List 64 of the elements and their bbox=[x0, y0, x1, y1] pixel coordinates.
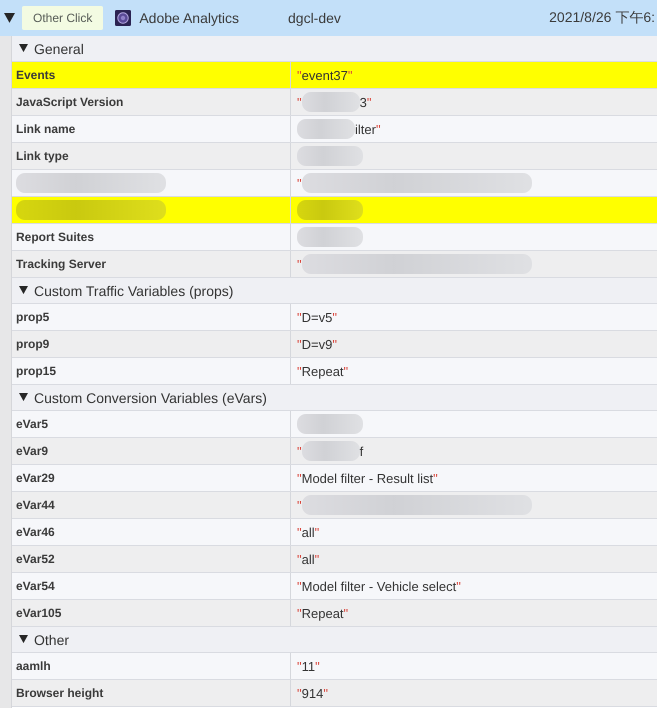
blurred-patch bbox=[297, 227, 363, 247]
field-value: "all" bbox=[297, 552, 320, 566]
blurred-patch bbox=[302, 92, 360, 112]
field-value: "D=v9" bbox=[297, 336, 337, 352]
field-name: prop9 bbox=[16, 337, 50, 351]
field-name: prop5 bbox=[16, 310, 50, 324]
caret-icon[interactable] bbox=[19, 393, 28, 402]
field-name: JavaScript Version bbox=[16, 95, 124, 109]
entry-header[interactable]: Other Click Adobe Analytics dgcl-dev 2021/8/26 下午6: bbox=[0, 0, 657, 36]
field-value: "914" bbox=[297, 686, 328, 700]
field-name: eVar54 bbox=[16, 579, 55, 593]
field-name: eVar9 bbox=[16, 444, 48, 458]
blurred-patch bbox=[297, 119, 355, 139]
field-name: Events bbox=[16, 68, 56, 82]
blurred-patch bbox=[297, 414, 363, 434]
caret-icon[interactable] bbox=[19, 44, 28, 53]
section-title: Custom Traffic Variables (props) bbox=[34, 282, 234, 298]
event-type-tag: Other Click bbox=[22, 6, 104, 30]
app-icon bbox=[115, 10, 132, 26]
field-value: " bbox=[297, 176, 302, 190]
field-name: Browser height bbox=[16, 686, 104, 700]
section-title: General bbox=[34, 40, 84, 56]
caret-icon[interactable] bbox=[4, 13, 15, 23]
field-value: "Model filter - Result list" bbox=[297, 470, 438, 486]
field-name: Link type bbox=[16, 149, 69, 163]
field-value: "event37" bbox=[297, 68, 353, 82]
field-name: eVar52 bbox=[16, 552, 55, 566]
field-name: eVar46 bbox=[16, 525, 55, 539]
field-name: eVar5 bbox=[16, 417, 48, 431]
field-value: f bbox=[360, 444, 364, 458]
account-name: dgcl-dev bbox=[288, 10, 341, 26]
caret-icon[interactable] bbox=[19, 286, 28, 295]
field-name: eVar44 bbox=[16, 498, 55, 512]
field-value: "Repeat" bbox=[297, 364, 348, 378]
section-title: Other bbox=[34, 632, 70, 648]
section-header[interactable]: Custom Traffic Variables (props) bbox=[12, 278, 657, 304]
field-name: Tracking Server bbox=[16, 257, 106, 271]
field-name: eVar29 bbox=[16, 471, 55, 485]
field-value: "all" bbox=[297, 524, 320, 540]
field-name: prop15 bbox=[16, 364, 56, 378]
field-value: "Repeat" bbox=[297, 606, 348, 620]
field-value: " bbox=[297, 498, 302, 512]
field-name: Report Suites bbox=[16, 230, 94, 244]
field-value: "Model filter - Vehicle select" bbox=[297, 578, 461, 594]
field-name: aamlh bbox=[16, 659, 51, 673]
timestamp: 2021/8/26 下午6: bbox=[549, 9, 655, 27]
field-value: " bbox=[297, 94, 302, 110]
section-header[interactable]: Other bbox=[12, 627, 657, 653]
field-name: eVar105 bbox=[16, 606, 62, 620]
field-value: " bbox=[297, 256, 302, 272]
field-value: 3" bbox=[360, 94, 372, 110]
section-header[interactable]: General bbox=[12, 36, 657, 62]
field-value: " bbox=[297, 444, 302, 458]
section-title: Custom Conversion Variables (eVars) bbox=[34, 390, 267, 406]
section-header[interactable]: Custom Conversion Variables (eVars) bbox=[12, 385, 657, 411]
blurred-patch bbox=[297, 200, 363, 220]
tool-name: Adobe Analytics bbox=[139, 10, 239, 26]
field-value: "11" bbox=[297, 658, 320, 674]
blurred-patch bbox=[302, 441, 360, 461]
blurred-patch bbox=[297, 146, 363, 166]
caret-icon[interactable] bbox=[19, 635, 28, 644]
field-name: Link name bbox=[16, 122, 76, 136]
field-value: ilter" bbox=[355, 122, 381, 136]
field-value: "D=v5" bbox=[297, 310, 337, 324]
